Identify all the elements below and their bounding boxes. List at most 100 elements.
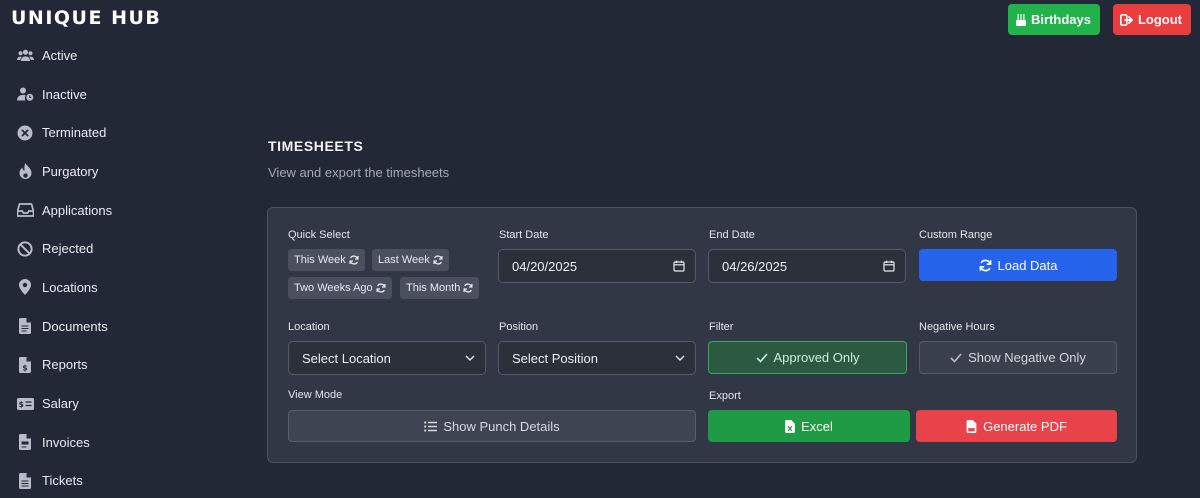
page-subtitle: View and export the timesheets (268, 165, 450, 180)
export-label: Export (709, 390, 741, 402)
svg-text:$: $ (22, 363, 27, 372)
negative-hours-label: Negative Hours (919, 321, 995, 333)
position-select[interactable]: Select Position (498, 341, 696, 375)
sidebar-item-label: Locations (42, 279, 98, 295)
sidebar-item-label: Documents (42, 318, 108, 334)
check-icon (755, 352, 768, 363)
logout-button[interactable]: Logout (1112, 4, 1191, 35)
sidebar-item-rejected[interactable]: Rejected (0, 229, 200, 268)
chevron-down-icon (675, 355, 685, 361)
sidebar-item-label: Terminated (42, 125, 107, 141)
money-check-icon: $ (16, 395, 34, 413)
sidebar-item-documents[interactable]: Documents (0, 307, 200, 346)
file-pdf-icon (966, 419, 977, 433)
birthdays-button[interactable]: Birthdays (1007, 4, 1100, 35)
approved-only-label: Approved Only (773, 350, 860, 365)
quick-two-weeks-ago-button[interactable]: Two Weeks Ago (288, 277, 392, 299)
file-invoice-dollar-icon: $ (16, 356, 34, 374)
approved-only-toggle[interactable]: Approved Only (708, 341, 907, 374)
refresh-icon (433, 255, 443, 265)
cake-icon (1015, 14, 1026, 26)
sidebar-item-label: Rejected (42, 241, 94, 257)
map-pin-icon (16, 278, 34, 296)
user-clock-icon (16, 85, 34, 103)
svg-text:$: $ (18, 400, 23, 409)
end-date-value: 04/26/2025 (722, 258, 788, 274)
sidebar-item-reports[interactable]: $ Reports (0, 346, 200, 385)
chevron-down-icon (465, 355, 475, 361)
chip-label: This Week (294, 254, 346, 266)
generate-pdf-button[interactable]: Generate PDF (916, 410, 1117, 442)
sidebar-item-salary[interactable]: $ Salary (0, 384, 200, 423)
sidebar-item-label: Tickets (42, 473, 83, 489)
end-date-input[interactable]: 04/26/2025 (708, 249, 906, 283)
file-excel-icon (785, 419, 795, 433)
sidebar-item-locations[interactable]: Locations (0, 268, 200, 307)
refresh-icon (463, 283, 473, 293)
start-date-value: 04/20/2025 (512, 258, 578, 274)
sidebar: Active Inactive Terminated Purgatory App… (0, 36, 200, 498)
show-negative-only-toggle[interactable]: Show Negative Only (919, 341, 1117, 374)
quick-select-label: Quick Select (288, 229, 350, 241)
sidebar-item-terminated[interactable]: Terminated (0, 113, 200, 152)
file-icon (16, 317, 34, 335)
sidebar-item-applications[interactable]: Applications (0, 191, 200, 230)
start-date-label: Start Date (499, 229, 549, 241)
inbox-icon (16, 201, 34, 219)
sidebar-item-invoices[interactable]: Invoices (0, 423, 200, 462)
sidebar-item-label: Applications (42, 202, 113, 218)
sidebar-item-label: Reports (42, 357, 88, 373)
location-select[interactable]: Select Location (288, 341, 486, 375)
sidebar-item-label: Invoices (42, 434, 90, 450)
location-value: Select Location (302, 350, 391, 366)
chip-label: Two Weeks Ago (294, 282, 373, 294)
chip-label: Last Week (378, 254, 430, 266)
logout-label: Logout (1137, 12, 1182, 27)
show-punch-details-button[interactable]: Show Punch Details (288, 410, 696, 442)
sidebar-item-label: Salary (42, 396, 79, 412)
sidebar-item-active[interactable]: Active (0, 36, 200, 75)
circle-x-icon (16, 124, 34, 142)
brand-logo: UNIQUE HUB (11, 7, 162, 29)
position-value: Select Position (512, 350, 598, 366)
sidebar-item-label: Purgatory (42, 163, 99, 179)
position-label: Position (499, 321, 539, 333)
sidebar-item-tickets[interactable]: Tickets (0, 462, 200, 498)
load-data-button[interactable]: Load Data (919, 249, 1117, 281)
quick-this-week-button[interactable]: This Week (288, 249, 365, 271)
filter-label: Filter (709, 321, 734, 333)
users-icon (16, 46, 34, 64)
chip-label: This Month (406, 282, 461, 294)
export-excel-button[interactable]: Excel (708, 410, 910, 442)
list-icon (424, 420, 438, 432)
load-data-label: Load Data (997, 257, 1058, 273)
custom-range-label: Custom Range (919, 229, 993, 241)
refresh-icon (376, 283, 386, 293)
sidebar-item-inactive[interactable]: Inactive (0, 75, 200, 114)
quick-last-week-button[interactable]: Last Week (372, 249, 449, 271)
file-lines-icon (16, 472, 34, 490)
header-actions: Birthdays Logout (1007, 4, 1191, 35)
export-excel-label: Excel (801, 418, 833, 434)
location-label: Location (288, 321, 330, 333)
start-date-input[interactable]: 04/20/2025 (498, 249, 696, 283)
calendar-icon (673, 260, 685, 272)
view-mode-label: View Mode (288, 389, 343, 401)
file-invoice-icon (16, 433, 34, 451)
sign-out-icon (1119, 13, 1134, 26)
ban-icon (16, 240, 34, 258)
show-negative-only-label: Show Negative Only (968, 350, 1086, 365)
refresh-icon (349, 255, 359, 265)
check-icon (950, 352, 962, 363)
calendar-icon (883, 260, 895, 272)
page-title: TIMESHEETS (268, 138, 364, 154)
fire-icon (16, 162, 34, 180)
end-date-label: End Date (709, 229, 755, 241)
sidebar-item-purgatory[interactable]: Purgatory (0, 152, 200, 191)
sidebar-item-label: Active (42, 47, 78, 63)
timesheet-filter-panel: Quick Select This Week Last Week Two Wee… (267, 207, 1137, 463)
birthdays-label: Birthdays (1030, 12, 1091, 27)
sidebar-item-label: Inactive (42, 86, 87, 102)
generate-pdf-label: Generate PDF (983, 418, 1067, 434)
quick-this-month-button[interactable]: This Month (400, 277, 480, 299)
